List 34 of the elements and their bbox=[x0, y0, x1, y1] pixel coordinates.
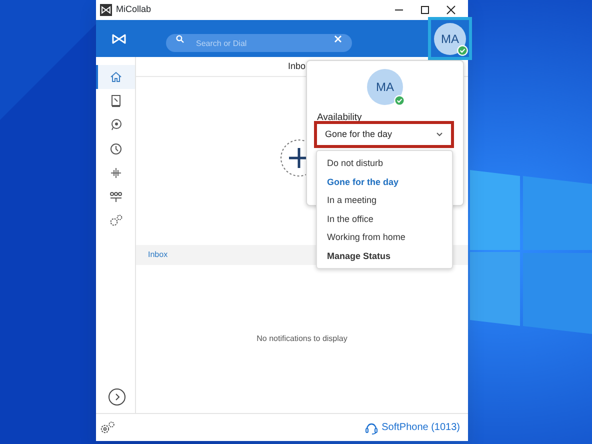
availability-select[interactable]: Gone for the day bbox=[314, 121, 454, 148]
contacts-icon bbox=[108, 94, 122, 108]
empty-message: No notifications to display bbox=[256, 333, 348, 345]
status-option[interactable]: Do not disturb bbox=[317, 154, 452, 172]
status-option[interactable]: Gone for the day bbox=[317, 172, 452, 191]
sidebar-item[interactable] bbox=[96, 65, 135, 89]
section-title: Inbo bbox=[288, 60, 306, 73]
clock-icon bbox=[108, 142, 122, 156]
section-label: Inbox bbox=[148, 249, 168, 261]
avatar[interactable]: MA bbox=[367, 69, 403, 105]
status-option[interactable]: In a meeting bbox=[317, 191, 452, 210]
search-icon bbox=[176, 34, 184, 42]
window-title: MiCollab bbox=[116, 3, 152, 16]
app-logo-icon bbox=[112, 34, 126, 44]
clear-icon[interactable] bbox=[334, 34, 342, 42]
chat-icon bbox=[108, 118, 122, 132]
home-icon bbox=[108, 70, 122, 84]
headset-icon bbox=[364, 420, 378, 434]
close-icon bbox=[446, 5, 456, 16]
manage-status-option[interactable]: Manage Status bbox=[317, 246, 452, 265]
app-logo-icon bbox=[100, 4, 112, 16]
avatar[interactable]: MA bbox=[434, 22, 466, 54]
waveform-icon bbox=[108, 166, 122, 180]
settings-icon bbox=[108, 214, 122, 228]
maximize-icon bbox=[420, 5, 430, 16]
availability-label: Availability bbox=[317, 112, 362, 123]
status-option[interactable]: In the office bbox=[317, 210, 452, 228]
settings-icon[interactable] bbox=[100, 421, 115, 434]
expand-icon[interactable] bbox=[108, 388, 126, 406]
people-icon bbox=[108, 190, 122, 204]
softphone-link[interactable]: SoftPhone (1013) bbox=[382, 420, 460, 435]
search-field[interactable]: Search or Dial bbox=[166, 34, 352, 52]
status-option[interactable]: Working from home bbox=[317, 228, 452, 246]
caret-icon bbox=[436, 132, 443, 137]
